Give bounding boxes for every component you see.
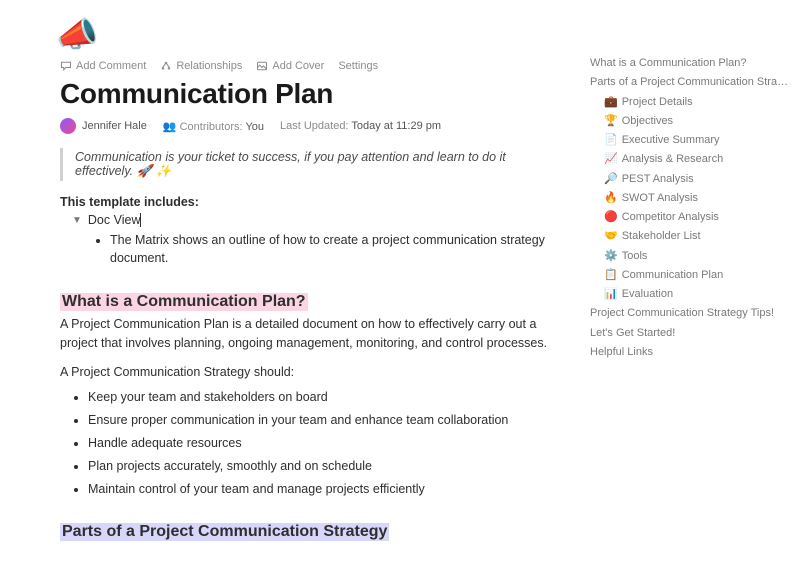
add-comment-button[interactable]: Add Comment xyxy=(60,60,146,72)
outline-item-label: PEST Analysis xyxy=(622,173,694,185)
toggle-doc-view[interactable]: ▼ Doc View xyxy=(72,213,562,227)
body-paragraph[interactable]: A Project Communication Plan is a detail… xyxy=(60,315,562,353)
list-item: Keep your team and stakeholders on board xyxy=(88,386,562,409)
list-item: Plan projects accurately, smoothly and o… xyxy=(88,455,562,478)
comment-icon xyxy=(60,60,72,72)
outline-sub-item[interactable]: 🔎 PEST Analysis xyxy=(590,170,790,189)
add-comment-label: Add Comment xyxy=(76,60,146,72)
outline-item-icon: 🔴 xyxy=(604,211,618,223)
image-icon xyxy=(256,60,268,72)
page-icon[interactable]: 📣 xyxy=(56,18,562,52)
outline-item-label: Stakeholder List xyxy=(622,230,701,242)
outline-item-label: SWOT Analysis xyxy=(622,192,698,204)
outline-item-label: Competitor Analysis xyxy=(622,211,719,223)
contributors-label: Contributors: xyxy=(180,121,243,133)
outline-item[interactable]: Project Communication Strategy Tips! xyxy=(590,304,790,323)
outline-item-icon: 🤝 xyxy=(604,230,618,242)
outline-item-label: Communication Plan xyxy=(622,269,724,281)
list-item: The Matrix shows an outline of how to cr… xyxy=(110,231,562,267)
add-cover-label: Add Cover xyxy=(272,60,324,72)
list-item: Ensure proper communication in your team… xyxy=(88,409,562,432)
quote-block[interactable]: Communication is your ticket to success,… xyxy=(60,148,562,181)
list-item: Handle adequate resources xyxy=(88,432,562,455)
author-field[interactable]: Jennifer Hale xyxy=(60,118,147,134)
chevron-down-icon: ▼ xyxy=(72,215,82,226)
author-name: Jennifer Hale xyxy=(82,120,147,132)
outline-sub-item[interactable]: ⚙️ Tools xyxy=(590,247,790,266)
outline-sub-item[interactable]: 💼 Project Details xyxy=(590,93,790,112)
outline-sub-item[interactable]: 📋 Communication Plan xyxy=(590,266,790,285)
outline-sidebar: What is a Communication Plan? Parts of a… xyxy=(582,0,800,563)
outline-item-label: Project Details xyxy=(622,96,693,108)
outline-item-icon: 🏆 xyxy=(604,115,618,127)
list-item: Maintain control of your team and manage… xyxy=(88,478,562,501)
page-meta: Jennifer Hale 👥 Contributors: You Last U… xyxy=(60,118,562,134)
outline-item-icon: 💼 xyxy=(604,96,618,108)
outline-sub-item[interactable]: 📊 Evaluation xyxy=(590,285,790,304)
document-main: 📣 Add Comment Relationships Add Cover Se… xyxy=(0,0,582,563)
strategy-list[interactable]: Keep your team and stakeholders on board… xyxy=(88,386,562,502)
avatar xyxy=(60,118,76,134)
outline-item-icon: 🔥 xyxy=(604,192,618,204)
toggle-content[interactable]: The Matrix shows an outline of how to cr… xyxy=(110,231,562,267)
last-updated-field: Last Updated: Today at 11:29 pm xyxy=(280,120,441,132)
updated-label: Last Updated: xyxy=(280,120,349,132)
outline-sub-item[interactable]: 🏆 Objectives xyxy=(590,112,790,131)
outline-item-label: Evaluation xyxy=(622,288,673,300)
body-paragraph[interactable]: A Project Communication Strategy should: xyxy=(60,363,562,382)
settings-button[interactable]: Settings xyxy=(338,60,378,72)
outline-item[interactable]: Parts of a Project Communication Strateg… xyxy=(590,73,790,92)
heading-what-is[interactable]: What is a Communication Plan? xyxy=(60,293,308,311)
outline-item-label: Objectives xyxy=(622,115,673,127)
page-title[interactable]: Communication Plan xyxy=(60,78,562,110)
toggle-label: Doc View xyxy=(88,213,142,227)
relationships-label: Relationships xyxy=(176,60,242,72)
page-actions: Add Comment Relationships Add Cover Sett… xyxy=(60,60,562,72)
outline-item-icon: 📋 xyxy=(604,269,618,281)
outline-item[interactable]: Helpful Links xyxy=(590,343,790,362)
settings-label: Settings xyxy=(338,60,378,72)
outline-item[interactable]: What is a Communication Plan? xyxy=(590,54,790,73)
contributors-field[interactable]: 👥 Contributors: You xyxy=(163,120,264,133)
outline-item-icon: ⚙️ xyxy=(604,250,618,262)
outline-sub-item[interactable]: 📄 Executive Summary xyxy=(590,131,790,150)
people-icon: 👥 xyxy=(163,121,177,133)
outline-item-label: Analysis & Research xyxy=(622,153,724,165)
outline-item-icon: 📈 xyxy=(604,153,618,165)
add-cover-button[interactable]: Add Cover xyxy=(256,60,324,72)
updated-value: Today at 11:29 pm xyxy=(351,120,441,132)
contributors-value: You xyxy=(245,121,264,133)
outline-sub-item[interactable]: 🤝 Stakeholder List xyxy=(590,227,790,246)
relationships-button[interactable]: Relationships xyxy=(160,60,242,72)
template-includes-label[interactable]: This template includes: xyxy=(60,195,562,209)
heading-parts[interactable]: Parts of a Project Communication Strateg… xyxy=(60,523,389,541)
outline-item[interactable]: Let's Get Started! xyxy=(590,324,790,343)
outline-sub-item[interactable]: 🔴 Competitor Analysis xyxy=(590,208,790,227)
outline-item-icon: 📊 xyxy=(604,288,618,300)
outline-item-icon: 📄 xyxy=(604,134,618,146)
outline-sub-item[interactable]: 📈 Analysis & Research xyxy=(590,150,790,169)
outline-item-label: Tools xyxy=(622,250,648,262)
outline-item-label: Executive Summary xyxy=(622,134,720,146)
outline-item-icon: 🔎 xyxy=(604,173,618,185)
outline-sub-item[interactable]: 🔥 SWOT Analysis xyxy=(590,189,790,208)
relationships-icon xyxy=(160,60,172,72)
